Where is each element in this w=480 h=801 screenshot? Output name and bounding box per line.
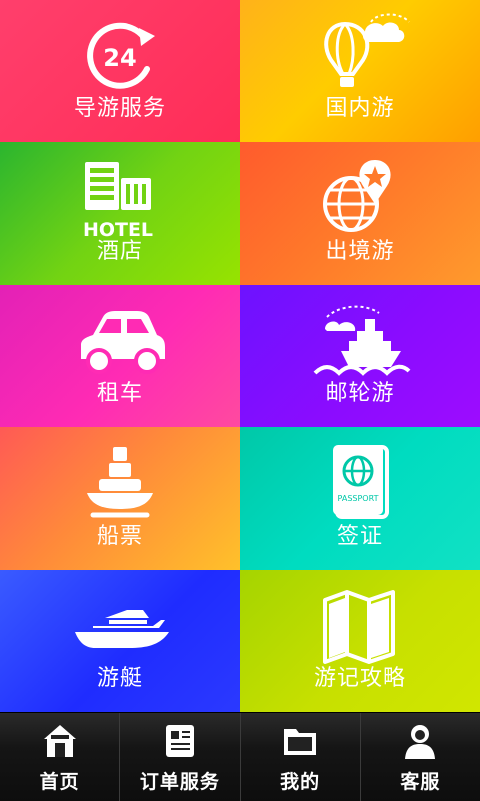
tile-yacht[interactable]: 游艇 bbox=[0, 569, 240, 712]
home-icon bbox=[40, 721, 80, 761]
tile-ship-ticket[interactable]: 船票 bbox=[0, 427, 240, 570]
tile-label: 国内游 bbox=[325, 96, 395, 122]
car-icon bbox=[65, 299, 175, 385]
24-text: 24 bbox=[103, 44, 136, 72]
tile-car-rental[interactable]: 租车 bbox=[0, 284, 240, 428]
tile-hotel[interactable]: HOTEL 酒店 bbox=[0, 142, 240, 285]
tile-guide-service[interactable]: 24 导游服务 bbox=[0, 0, 240, 143]
customer-service-icon bbox=[400, 721, 440, 761]
nav-order-service[interactable]: 订单服务 bbox=[119, 713, 239, 801]
hot-air-balloon-icon bbox=[305, 13, 415, 100]
tile-label: 酒店 bbox=[96, 238, 143, 264]
bottom-navigation: 首页 订单服务 我的 客服 bbox=[0, 712, 480, 801]
globe-pin-icon bbox=[305, 156, 415, 242]
folder-icon bbox=[280, 721, 320, 761]
ship-icon bbox=[65, 441, 175, 527]
nav-label: 客服 bbox=[400, 771, 441, 793]
tile-label: 出境游 bbox=[325, 238, 395, 264]
nav-label: 订单服务 bbox=[139, 771, 220, 793]
nav-label: 首页 bbox=[39, 771, 80, 793]
nav-label: 我的 bbox=[280, 771, 321, 793]
tile-cruise-travel[interactable]: 邮轮游 bbox=[240, 284, 480, 428]
yacht-icon bbox=[65, 584, 175, 670]
tile-label: 游记攻略 bbox=[313, 665, 406, 691]
category-grid: 24 导游服务 国内游 HOTEL 酒店 出境游 租车 邮轮游 船票 PASSP… bbox=[0, 0, 480, 712]
nav-home[interactable]: 首页 bbox=[0, 713, 119, 801]
tile-label: 船票 bbox=[96, 523, 143, 549]
tile-visa[interactable]: PASSPORT 签证 bbox=[240, 427, 480, 570]
passport-text: PASSPORT bbox=[338, 494, 379, 503]
tile-label: 导游服务 bbox=[73, 96, 166, 122]
tile-outbound-travel[interactable]: 出境游 bbox=[240, 142, 480, 285]
hotel-building-icon: HOTEL bbox=[65, 156, 175, 242]
24-hour-icon: 24 bbox=[65, 14, 175, 100]
nav-mine[interactable]: 我的 bbox=[239, 713, 360, 801]
cruise-ship-icon bbox=[305, 299, 415, 385]
tile-domestic-travel[interactable]: 国内游 bbox=[240, 0, 480, 143]
order-list-icon bbox=[160, 721, 200, 761]
nav-customer-service[interactable]: 客服 bbox=[359, 713, 480, 801]
tile-label: 游艇 bbox=[96, 665, 143, 691]
tile-label: 签证 bbox=[336, 523, 383, 549]
map-icon bbox=[305, 584, 415, 670]
passport-icon: PASSPORT bbox=[305, 441, 415, 527]
tile-label: 租车 bbox=[96, 381, 143, 407]
tile-label: 邮轮游 bbox=[325, 381, 395, 407]
tile-travel-guide[interactable]: 游记攻略 bbox=[240, 569, 480, 712]
